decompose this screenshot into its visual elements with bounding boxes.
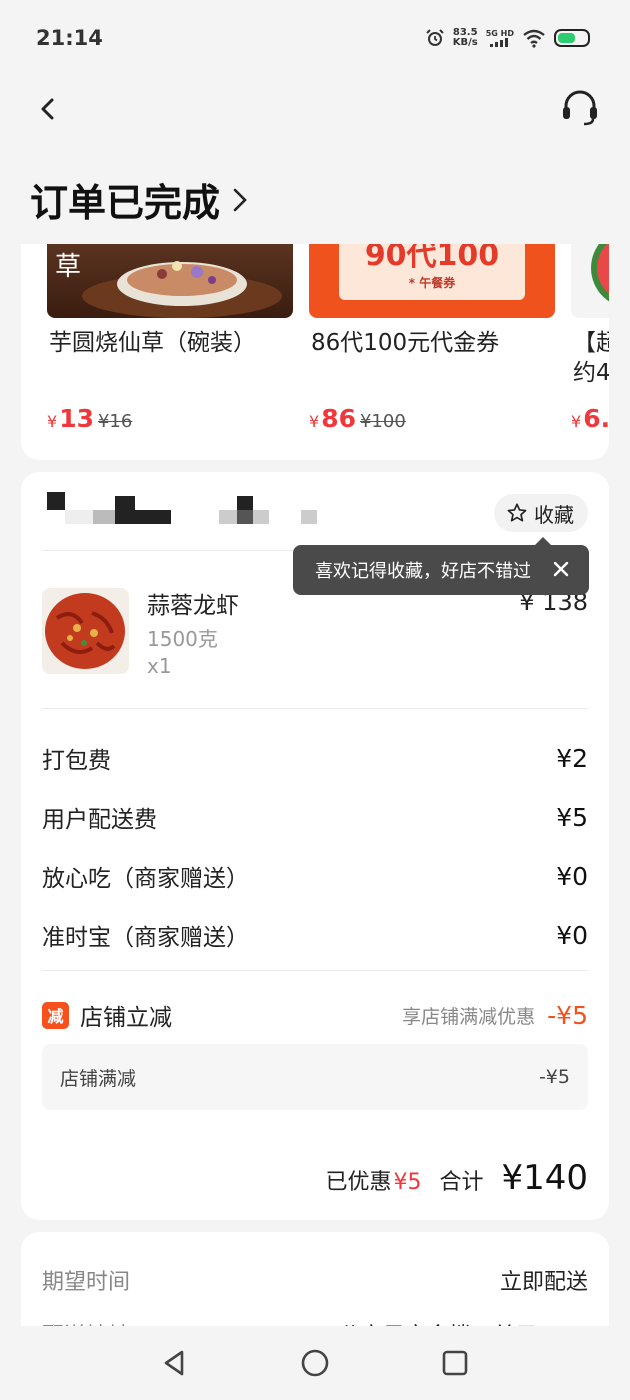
current-price: 86 xyxy=(321,404,356,433)
page-title: 订单已完成 xyxy=(30,181,221,225)
product-price: ¥ 86 ¥100 xyxy=(309,404,406,433)
status-time: 21:14 xyxy=(36,26,103,50)
network-type: 5G HD xyxy=(485,29,514,38)
tooltip-text: 喜欢记得收藏，好店不错过 xyxy=(315,561,531,582)
dish-image xyxy=(42,588,129,674)
product-name: 86代100元代金券 xyxy=(311,330,500,356)
dish-quantity: x1 xyxy=(147,654,172,678)
net-speed: 83.5 KB/s xyxy=(453,28,478,48)
discount-badge: 减 xyxy=(42,1001,69,1029)
fee-value: ¥0 xyxy=(556,920,588,950)
fee-row: 准时宝（商家赠送） ¥0 xyxy=(42,917,588,953)
product-price: ¥ 13 ¥16 xyxy=(47,404,132,433)
favorite-label: 收藏 xyxy=(534,502,574,527)
total-value: ¥140 xyxy=(501,1158,588,1198)
nav-back-icon[interactable] xyxy=(158,1346,192,1380)
current-price: 13 xyxy=(59,404,94,433)
battery-icon xyxy=(554,29,590,47)
wifi-icon xyxy=(523,29,545,48)
dish-spec: 1500克 xyxy=(147,627,218,651)
original-price: ¥16 xyxy=(97,411,133,432)
product-name: 【超约4 xyxy=(573,330,609,386)
headset-icon[interactable] xyxy=(558,86,602,130)
original-price: ¥100 xyxy=(359,411,406,432)
shop-name-obscured xyxy=(47,492,317,524)
currency-symbol: ¥ xyxy=(309,412,320,431)
recommendation-item[interactable]: 【超约4 ¥ 6. xyxy=(571,244,609,460)
order-detail-card: 收藏 喜欢记得收藏，好店不错过 蒜蓉龙虾 1500克 x1 ¥ 138 打包费 … xyxy=(21,472,609,1220)
promotion-row: 减 店铺立减 享店铺满减优惠 -¥5 xyxy=(42,998,588,1032)
net-speed-unit: KB/s xyxy=(452,37,478,48)
close-icon[interactable] xyxy=(549,557,573,581)
dish-name: 蒜蓉龙虾 xyxy=(147,593,239,619)
currency-symbol: ¥ xyxy=(571,412,582,431)
fee-label: 放心吃（商家赠送） xyxy=(42,866,249,892)
product-image-text: 草 xyxy=(55,252,82,282)
product-price: ¥ 6. xyxy=(571,404,609,433)
discount-value: ¥5 xyxy=(393,1170,422,1195)
fee-label: 打包费 xyxy=(42,748,111,774)
fee-label: 准时宝（商家赠送） xyxy=(42,925,249,951)
alarm-icon xyxy=(426,29,444,46)
product-image xyxy=(571,244,609,318)
fee-value: ¥2 xyxy=(556,743,588,773)
discount-label: 已优惠 xyxy=(325,1170,392,1195)
delivery-info-card: 期望时间 立即配送 配送地址 公安局宿舍楼(2单元402) xyxy=(21,1232,609,1332)
divider xyxy=(42,708,588,709)
expected-time-label: 期望时间 xyxy=(42,1270,131,1295)
fee-row: 用户配送费 ¥5 xyxy=(42,799,588,835)
signal-bars-icon xyxy=(489,38,508,47)
nav-home-icon[interactable] xyxy=(298,1346,332,1380)
order-total: 已优惠 ¥5 合计 ¥140 xyxy=(325,1158,588,1198)
fee-row: 打包费 ¥2 xyxy=(42,740,588,776)
back-arrow-icon[interactable] xyxy=(30,88,70,128)
status-bar: 21:14 83.5 KB/s 5G HD xyxy=(0,0,630,78)
star-icon xyxy=(507,503,527,522)
chevron-right-icon xyxy=(233,188,247,211)
promotion-amount: -¥5 xyxy=(547,1000,588,1030)
fee-value: ¥5 xyxy=(556,802,588,832)
product-image: 草 xyxy=(47,244,293,318)
recommendation-item[interactable]: 草 芋圆烧仙草（碗装） ¥ 13 ¥16 xyxy=(47,244,293,460)
system-nav-bar xyxy=(0,1326,630,1400)
favorite-button[interactable]: 收藏 xyxy=(494,494,588,532)
expected-time-value: 立即配送 xyxy=(499,1270,588,1295)
product-image: 90代100 * 午餐券 xyxy=(309,244,555,318)
recommendation-item[interactable]: 90代100 * 午餐券 86代100元代金券 ¥ 86 ¥100 xyxy=(309,244,555,460)
nav-recents-icon[interactable] xyxy=(438,1346,472,1380)
favorite-tooltip: 喜欢记得收藏，好店不错过 xyxy=(293,537,589,595)
promotion-detail-label: 店铺满减 xyxy=(60,1067,137,1090)
top-nav xyxy=(0,80,630,140)
status-icons: 83.5 KB/s 5G HD xyxy=(425,28,590,48)
coupon-image-text: 90代100 xyxy=(364,244,500,273)
product-name: 芋圆烧仙草（碗装） xyxy=(49,330,256,356)
recommendation-carousel[interactable]: 草 芋圆烧仙草（碗装） ¥ 13 ¥16 90代100 * 午餐券 86代100… xyxy=(21,244,609,460)
promotion-detail: 店铺满减 -¥5 xyxy=(42,1044,588,1110)
promotion-title: 店铺立减 xyxy=(80,1005,172,1031)
promotion-detail-value: -¥5 xyxy=(538,1066,570,1088)
current-price: 6. xyxy=(583,404,609,433)
tooltip-arrow xyxy=(535,537,551,545)
order-status-title[interactable]: 订单已完成 xyxy=(30,172,248,227)
coupon-image-subtext: * 午餐券 xyxy=(408,276,456,290)
currency-symbol: ¥ xyxy=(47,412,58,431)
fee-row: 放心吃（商家赠送） ¥0 xyxy=(42,858,588,894)
expected-time-row: 期望时间 立即配送 xyxy=(42,1264,588,1296)
promotion-note: 享店铺满减优惠 xyxy=(402,1005,536,1028)
divider xyxy=(42,970,588,971)
total-label: 合计 xyxy=(439,1170,484,1195)
fee-label: 用户配送费 xyxy=(42,807,157,833)
fee-value: ¥0 xyxy=(556,861,588,891)
signal-5g: 5G HD xyxy=(486,29,514,47)
